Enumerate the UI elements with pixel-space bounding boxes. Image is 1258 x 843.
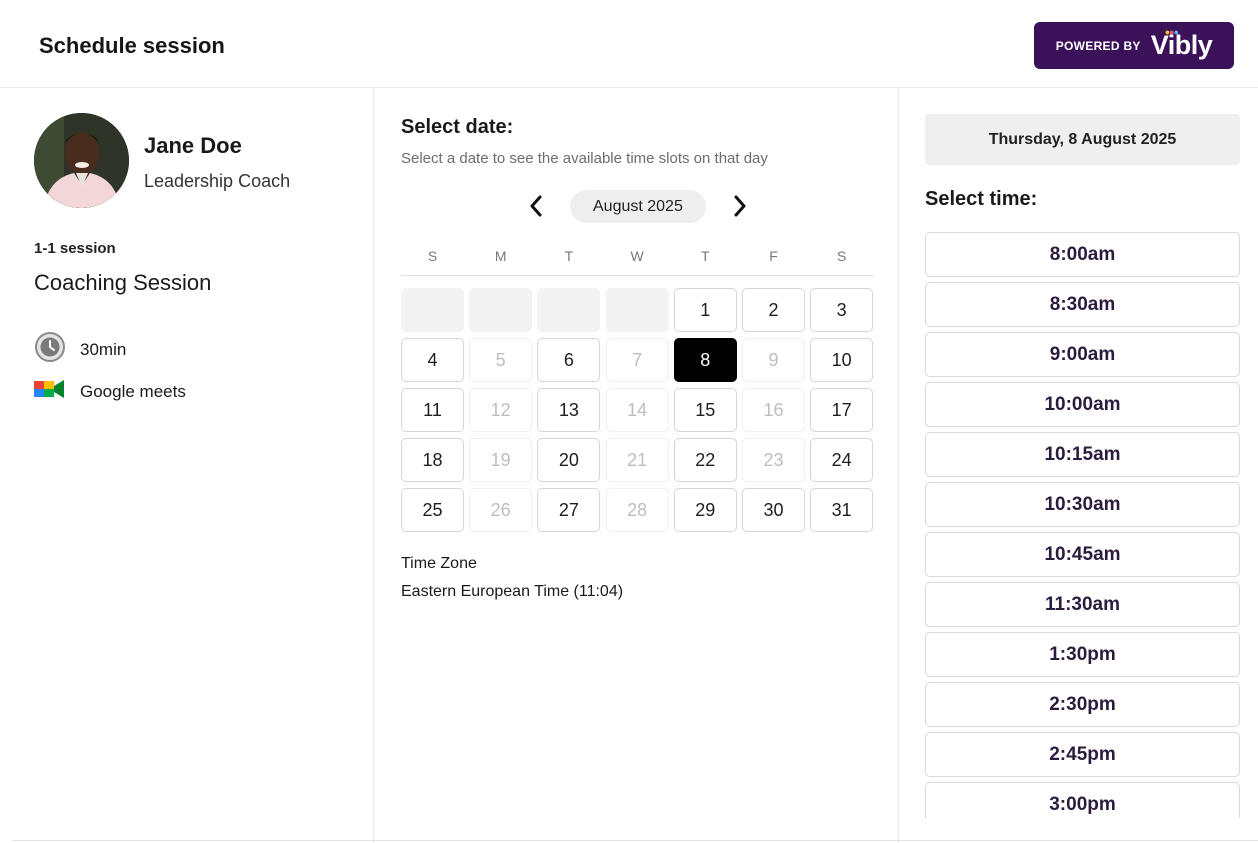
select-date-subtitle: Select a date to see the available time …: [401, 150, 768, 167]
calendar-empty-cell: [401, 288, 464, 332]
calendar-day: 12: [469, 388, 533, 432]
calendar-day[interactable]: 3: [810, 288, 874, 332]
calendar-day[interactable]: 2: [742, 288, 805, 332]
time-slot-button[interactable]: 8:30am: [925, 282, 1240, 327]
weekday-label: S: [837, 248, 847, 264]
calendar-grid: 1 2 3 4 5 6 7 8 9 10 11 12 13 14 15 16 17 18 19 20 21 22 23 24 2…: [401, 288, 874, 532]
calendar-day[interactable]: 30: [742, 488, 805, 532]
calendar-day-selected[interactable]: 8: [673, 338, 737, 382]
calendar-day[interactable]: 6: [537, 338, 601, 382]
calendar-day[interactable]: 11: [401, 388, 464, 432]
logo-dots-icon: ●●●: [1164, 27, 1179, 37]
calendar-day[interactable]: 1: [673, 288, 737, 332]
time-slot-button[interactable]: 9:00am: [925, 332, 1240, 377]
time-slot-button[interactable]: 2:45pm: [925, 732, 1240, 777]
calendar-empty-cell: [469, 288, 533, 332]
platform-text: Google meets: [80, 381, 186, 401]
select-time-title: Select time:: [925, 188, 1038, 210]
calendar-empty-cell: [605, 288, 669, 332]
calendar-day: 26: [469, 488, 533, 532]
time-panel: Thursday, 8 August 2025 Select time: 8:0…: [899, 88, 1258, 843]
brand-logo: ●●● Vibly: [1150, 27, 1213, 61]
weekday-label: M: [494, 248, 507, 264]
duration-text: 30min: [80, 339, 127, 359]
month-navigation: August 2025: [524, 189, 752, 223]
calendar-day: 14: [605, 388, 669, 432]
timezone-value[interactable]: Eastern European Time (11:04): [401, 583, 623, 601]
calendar-day: 9: [742, 338, 805, 382]
calendar-day: 19: [469, 438, 533, 482]
time-slot-button[interactable]: 10:15am: [925, 432, 1240, 477]
calendar-day: 23: [742, 438, 805, 482]
time-slot-button[interactable]: 10:00am: [925, 382, 1240, 427]
calendar-day[interactable]: 24: [810, 438, 874, 482]
calendar-day[interactable]: 22: [673, 438, 737, 482]
calendar-day[interactable]: 17: [810, 388, 874, 432]
calendar-day: 5: [469, 338, 533, 382]
calendar-day: 21: [605, 438, 669, 482]
powered-by-label: POWERED BY: [1055, 38, 1141, 53]
calendar-day[interactable]: 18: [401, 438, 464, 482]
duration-row: 30min: [34, 331, 126, 368]
calendar-empty-cell: [537, 288, 601, 332]
brand-name: Vibly: [1150, 30, 1213, 60]
calendar-day[interactable]: 10: [810, 338, 874, 382]
coach-name: Jane Doe: [144, 133, 242, 158]
chevron-right-icon[interactable]: [728, 189, 752, 223]
weekday-label: F: [769, 248, 778, 264]
time-slot-button[interactable]: 10:30am: [925, 482, 1240, 527]
weekday-label: T: [564, 248, 574, 264]
weekday-label: S: [427, 248, 438, 264]
powered-by-badge[interactable]: POWERED BY ●●● Vibly: [1034, 22, 1234, 69]
clock-icon: [34, 331, 66, 368]
calendar-day: 7: [605, 338, 669, 382]
header: Schedule session POWERED BY ●●● Vibly: [0, 0, 1258, 88]
calendar-day: 16: [742, 388, 805, 432]
selected-date-display: Thursday, 8 August 2025: [925, 114, 1240, 165]
coach-role: Leadership Coach: [144, 171, 291, 191]
time-slot-button[interactable]: 10:45am: [925, 532, 1240, 577]
session-type: 1-1 session: [34, 240, 116, 257]
calendar-day[interactable]: 25: [401, 488, 464, 532]
date-panel: Select date: Select a date to see the av…: [374, 88, 899, 843]
timezone-label: Time Zone: [401, 555, 477, 572]
coach-panel: Jane Doe Leadership Coach 1-1 session Co…: [0, 88, 374, 843]
platform-row: Google meets: [34, 376, 186, 407]
avatar: [34, 113, 129, 208]
google-meet-icon: [34, 376, 66, 407]
time-slot-button[interactable]: 11:30am: [925, 582, 1240, 627]
session-name: Coaching Session: [34, 270, 212, 295]
time-slot-list[interactable]: 8:00am 8:30am 9:00am 10:00am 10:15am 10:30am 1…: [925, 232, 1240, 818]
page-title: Schedule session: [39, 33, 225, 58]
chevron-left-icon[interactable]: [524, 189, 548, 223]
calendar-day[interactable]: 29: [673, 488, 737, 532]
weekday-header: SMTWTFS: [401, 248, 873, 276]
divider: [12, 840, 1258, 841]
calendar-day[interactable]: 20: [537, 438, 601, 482]
calendar-day[interactable]: 13: [537, 388, 601, 432]
time-slot-button[interactable]: 8:00am: [925, 232, 1240, 277]
calendar-day: 28: [605, 488, 669, 532]
time-slot-button[interactable]: 2:30pm: [925, 682, 1240, 727]
calendar-day[interactable]: 15: [673, 388, 737, 432]
calendar-day[interactable]: 4: [401, 338, 464, 382]
calendar-day[interactable]: 31: [810, 488, 874, 532]
time-slot-button[interactable]: 1:30pm: [925, 632, 1240, 677]
month-label[interactable]: August 2025: [570, 189, 706, 223]
select-date-title: Select date:: [401, 116, 514, 138]
time-slot-button[interactable]: 3:00pm: [925, 782, 1240, 818]
weekday-label: T: [701, 248, 710, 264]
calendar-day[interactable]: 27: [537, 488, 601, 532]
weekday-label: W: [630, 248, 644, 264]
